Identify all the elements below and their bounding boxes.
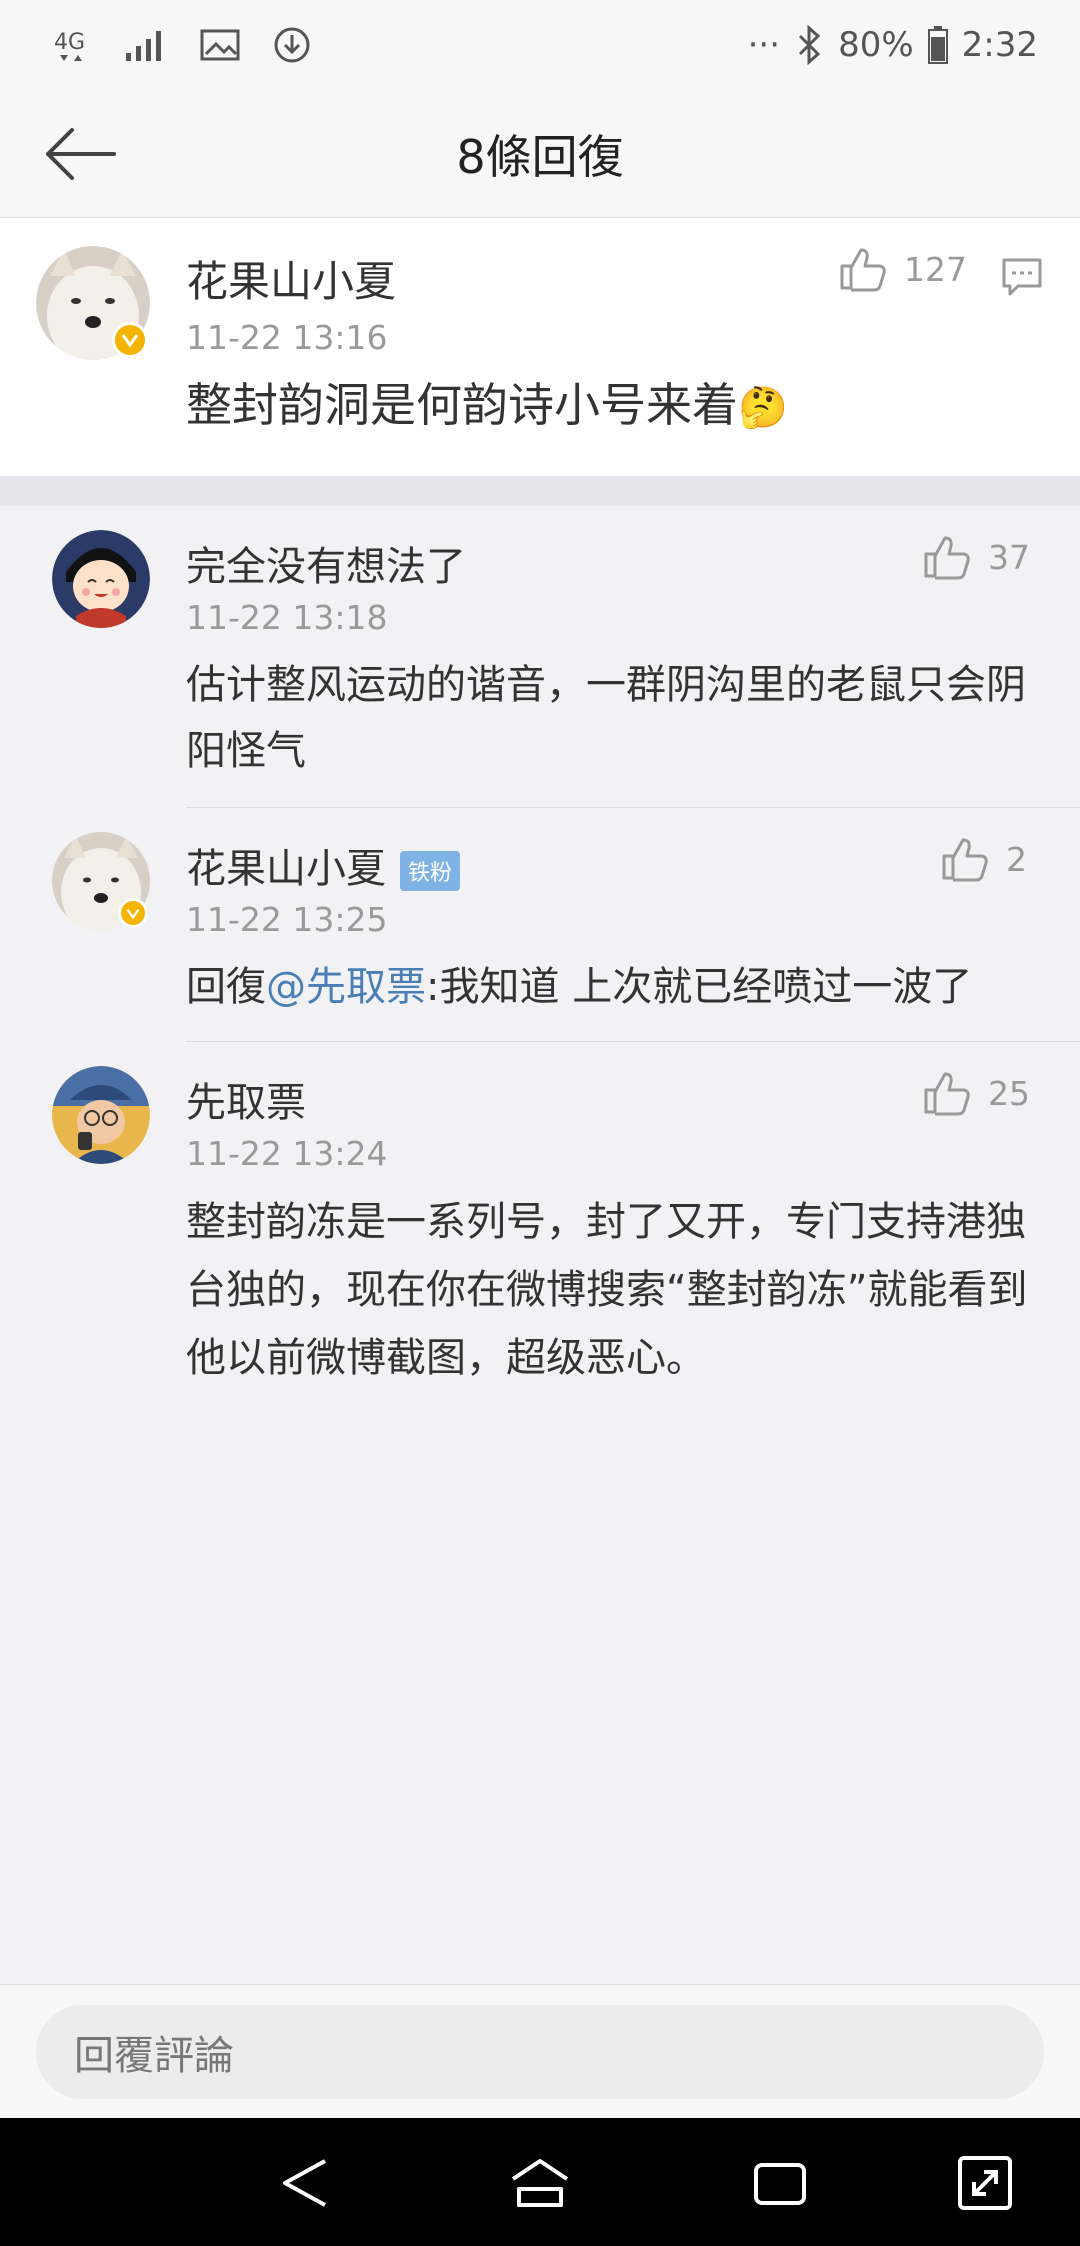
nav-recents-button[interactable]	[745, 2148, 815, 2218]
back-button[interactable]	[42, 118, 118, 190]
reply-prefix: 回復	[186, 964, 266, 1010]
avatar[interactable]	[52, 1066, 150, 1164]
home-icon	[511, 2159, 569, 2207]
reply-text: 估计整风运动的谐音，一群阴沟里的老鼠只会阴阳怪气	[186, 662, 1026, 774]
recents-icon	[754, 2163, 806, 2205]
like-count: 25	[988, 1073, 1030, 1113]
signal-icon	[124, 27, 168, 63]
reply-time: 11-22 13:25	[186, 900, 388, 939]
reply-username[interactable]: 先取票	[186, 1070, 306, 1128]
section-divider	[0, 476, 1080, 506]
more-indicator: ···	[747, 25, 781, 65]
reply-item: 花果山小夏 铁粉 11-22 13:25 回復@先取票:我知道 上次就已经喷过一波…	[0, 808, 1080, 1042]
thumbs-up-icon	[840, 248, 886, 292]
verified-badge-icon	[118, 898, 148, 928]
comment-text: 整封韵洞是何韵诗小号来着🤔	[186, 370, 788, 443]
fan-badge: 铁粉	[400, 851, 461, 891]
comment-text-body: 整封韵洞是何韵诗小号来着	[186, 378, 738, 432]
avatar[interactable]	[52, 530, 150, 628]
reply-input[interactable]: 回覆評論	[36, 2005, 1044, 2099]
triangle-back-icon	[283, 2159, 326, 2207]
comment-username[interactable]: 花果山小夏	[186, 248, 396, 309]
thinking-emoji: 🤔	[738, 385, 788, 431]
reply-body: :我知道 上次就已经喷过一波了	[426, 964, 973, 1010]
thumbs-up-icon	[924, 1072, 970, 1116]
comment-input-bar: 回覆評論	[0, 1984, 1080, 2118]
battery-percent: 80%	[838, 25, 914, 65]
mention-link[interactable]: @先取票	[266, 964, 426, 1010]
reply-text: 回復@先取票:我知道 上次就已经喷过一波了	[186, 954, 1042, 1020]
reply-username[interactable]: 完全没有想法了	[186, 534, 466, 592]
avatar[interactable]	[52, 832, 150, 930]
like-count: 37	[988, 537, 1030, 577]
clock: 2:32	[961, 25, 1038, 65]
page-title: 8條回復	[456, 129, 624, 184]
system-nav-bar	[0, 2118, 1080, 2246]
download-icon	[272, 25, 312, 65]
thumbs-up-icon	[924, 536, 970, 580]
svg-text:4G: 4G	[54, 30, 85, 55]
bluetooth-icon	[794, 25, 824, 65]
avatar[interactable]	[36, 246, 150, 360]
status-bar: 4G ··· 80% 2:32	[0, 0, 1080, 90]
like-button[interactable]: 127	[838, 246, 967, 292]
like-count: 2	[1006, 839, 1027, 879]
reply-username-row: 花果山小夏 铁粉	[186, 836, 461, 894]
reply-item: 完全没有想法了 11-22 13:18 估计整风运动的谐音，一群阴沟里的老鼠只会…	[0, 506, 1080, 808]
reply-text: 整封韵冻是一系列号，封了又开，专门支持港独台独的，现在你在微博搜索“整封韵冻”就…	[186, 1199, 1028, 1381]
back-arrow-icon	[46, 128, 116, 180]
like-count: 127	[904, 249, 967, 289]
nav-expand-button[interactable]	[950, 2148, 1020, 2218]
battery-icon	[927, 26, 948, 64]
like-button[interactable]: 37	[922, 534, 1030, 580]
nav-bar: 8條回復	[0, 90, 1080, 218]
reply-time: 11-22 13:18	[186, 598, 388, 637]
comment-time: 11-22 13:16	[186, 318, 388, 357]
nav-back-button[interactable]	[270, 2148, 340, 2218]
reply-username[interactable]: 花果山小夏	[186, 846, 386, 892]
verified-badge-icon	[112, 322, 148, 358]
expand-icon	[958, 2156, 1012, 2210]
thumbs-up-icon	[942, 838, 988, 882]
reply-icon[interactable]	[1000, 256, 1044, 304]
nav-home-button[interactable]	[505, 2148, 575, 2218]
image-icon	[200, 28, 240, 62]
like-button[interactable]: 25	[922, 1070, 1030, 1116]
network-4g-icon: 4G	[52, 25, 92, 65]
like-button[interactable]: 2	[940, 836, 1027, 882]
main-comment: 花果山小夏 11-22 13:16 整封韵洞是何韵诗小号来着🤔 127	[0, 218, 1080, 476]
reply-time: 11-22 13:24	[186, 1134, 388, 1173]
reply-item: 先取票 11-22 13:24 整封韵冻是一系列号，封了又开，专门支持港独台独的…	[0, 1042, 1080, 1402]
